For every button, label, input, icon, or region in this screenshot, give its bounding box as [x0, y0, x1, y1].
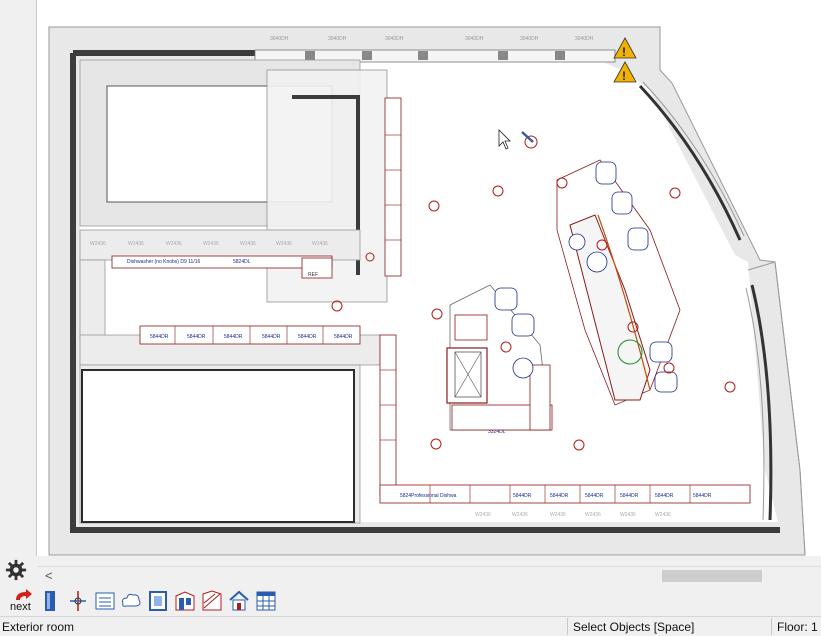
svg-text:W2436: W2436 [276, 241, 292, 247]
horizontal-scrollbar[interactable]: < [37, 566, 821, 585]
cab-label-6: 5844DR [334, 334, 353, 340]
cab-label-3: 5844DR [224, 334, 243, 340]
svg-text:!: ! [622, 69, 626, 83]
cab-label-4: 5844DR [262, 334, 281, 340]
scroll-left-icon[interactable]: < [45, 567, 53, 585]
svg-text:3040DH: 3040DH [520, 36, 539, 42]
status-object: Exterior room [2, 620, 75, 634]
svg-text:W2436: W2436 [128, 241, 144, 247]
cab-label-9: 5844DR [585, 493, 604, 499]
cross-section-tool-icon[interactable] [201, 588, 223, 614]
status-floor: Floor: 1 [777, 620, 818, 634]
svg-text:!: ! [622, 45, 626, 59]
status-divider [771, 618, 772, 635]
status-divider [567, 618, 568, 635]
table-tool-icon[interactable] [255, 588, 277, 614]
status-mode: Select Objects [Space] [573, 620, 695, 634]
dishwasher-label: Dishwasher (no Knobs) D9 11/16 [127, 259, 200, 265]
dishwasher-bottom-label: 5824Professional Dishwa [400, 493, 457, 499]
redo-arrow-icon [16, 589, 32, 600]
cloud-tool-icon[interactable] [120, 588, 142, 614]
svg-text:W2436: W2436 [550, 512, 566, 518]
cab-label-2: 5844DR [187, 334, 206, 340]
svg-text:W2436: W2436 [312, 241, 328, 247]
svg-text:W2436: W2436 [166, 241, 182, 247]
cabinet-tool-icon[interactable] [67, 588, 89, 614]
next-label: next [10, 601, 31, 613]
gear-icon[interactable] [5, 559, 27, 581]
cab-label-7: 5844DR [513, 493, 532, 499]
svg-text:3040DH: 3040DH [385, 36, 404, 42]
cab-label-12: 5844DR [693, 493, 712, 499]
cab-label-1: 5844DR [150, 334, 169, 340]
scroll-thumb[interactable] [662, 570, 762, 582]
left-panel [0, 0, 37, 556]
svg-text:W2436: W2436 [90, 241, 106, 247]
svg-text:W2436: W2436 [620, 512, 636, 518]
status-bar: Exterior room Select Objects [Space] Flo… [0, 616, 821, 636]
svg-text:W2436: W2436 [585, 512, 601, 518]
cab-label-10: 5844DR [620, 493, 639, 499]
cab-label-11: 5844DR [655, 493, 674, 499]
svg-text:3040DH: 3040DH [575, 36, 594, 42]
schedule-tool-icon[interactable] [94, 588, 116, 614]
camera-tool-icon[interactable] [228, 588, 250, 614]
floor-plan-canvas[interactable]: 3040DH 3040DH 3040DH 3040DH 3040DH 3040DH [37, 0, 821, 556]
door-tool-icon[interactable] [40, 588, 62, 614]
next-button[interactable]: next [8, 589, 38, 616]
svg-text:W2436: W2436 [203, 241, 219, 247]
svg-text:W2436: W2436 [240, 241, 256, 247]
floor-plan-drawing: 3040DH 3040DH 3040DH 3040DH 3040DH 3040DH [48, 26, 806, 556]
svg-text:3040DH: 3040DH [328, 36, 347, 42]
svg-text:3040DH: 3040DH [270, 36, 289, 42]
cab-label-8: 5844DR [550, 493, 569, 499]
window-tool-icon[interactable] [147, 588, 169, 614]
svg-text:3040DH: 3040DH [465, 36, 484, 42]
svg-text:W2436: W2436 [475, 512, 491, 518]
svg-text:W2436: W2436 [655, 512, 671, 518]
elevation-tool-icon[interactable] [174, 588, 196, 614]
cab-label-5: 5844DR [298, 334, 317, 340]
svg-text:W2436: W2436 [512, 512, 528, 518]
cab-5824-label: 5824DL [233, 259, 251, 265]
fridge-label: REF [308, 272, 318, 278]
